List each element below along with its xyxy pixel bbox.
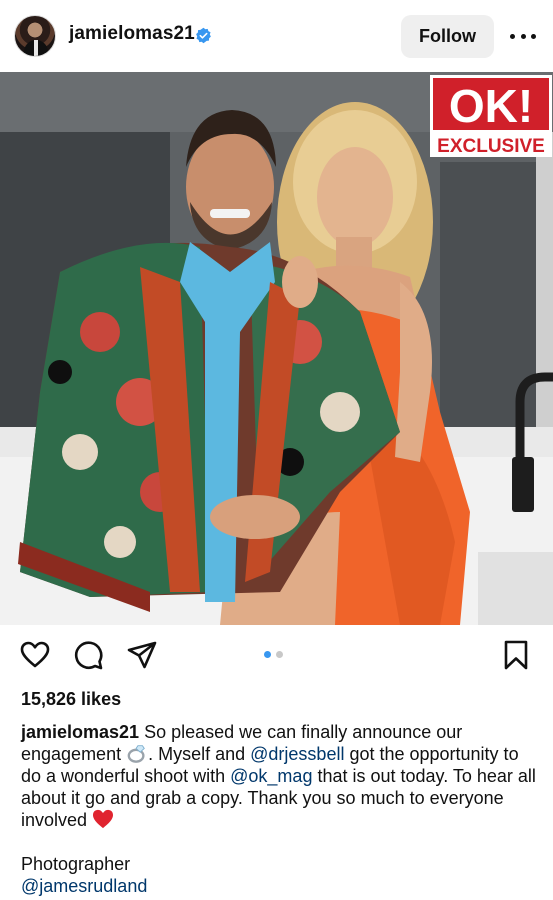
avatar[interactable] <box>14 15 56 57</box>
photographer-label: Photographer <box>21 854 131 874</box>
more-options-icon[interactable] <box>510 26 536 46</box>
share-icon[interactable] <box>126 639 158 671</box>
post-photo[interactable]: OK! EXCLUSIVE <box>0 72 553 625</box>
badge-sub: EXCLUSIVE <box>437 136 545 157</box>
caption-username[interactable]: jamielomas21 <box>21 722 139 742</box>
ring-emoji-icon <box>127 745 145 763</box>
more-dot <box>520 33 526 39</box>
carousel-dot[interactable] <box>276 651 283 658</box>
comment-icon[interactable] <box>72 639 104 671</box>
likes-count[interactable]: 15,826 likes <box>21 689 121 710</box>
photographer-mention[interactable]: @jamesrudland <box>21 875 147 897</box>
username[interactable]: jamielomas21 <box>69 23 195 45</box>
avatar-shirt <box>34 40 38 56</box>
verified-badge-icon <box>196 27 211 44</box>
red-heart-emoji-icon <box>93 809 114 829</box>
more-dot <box>531 33 536 39</box>
follow-button[interactable]: Follow <box>401 15 494 58</box>
post-header: jamielomas21 Follow <box>0 0 553 72</box>
photographer-credit: Photographer @jamesrudland <box>21 853 147 897</box>
badge-brand: OK! <box>449 80 533 132</box>
mention-link[interactable]: @ok_mag <box>230 766 312 786</box>
more-dot <box>510 33 515 39</box>
mention-link[interactable]: @drjessbell <box>250 744 344 764</box>
post-caption: jamielomas21 So pleased we can finally a… <box>21 721 541 831</box>
heart-icon[interactable] <box>19 639 51 671</box>
bookmark-icon[interactable] <box>500 639 532 671</box>
carousel-dot-active[interactable] <box>264 651 271 658</box>
photo-illustration: OK! EXCLUSIVE <box>0 72 553 625</box>
caption-text: . Myself and <box>148 744 251 764</box>
carousel-indicator <box>264 651 283 658</box>
